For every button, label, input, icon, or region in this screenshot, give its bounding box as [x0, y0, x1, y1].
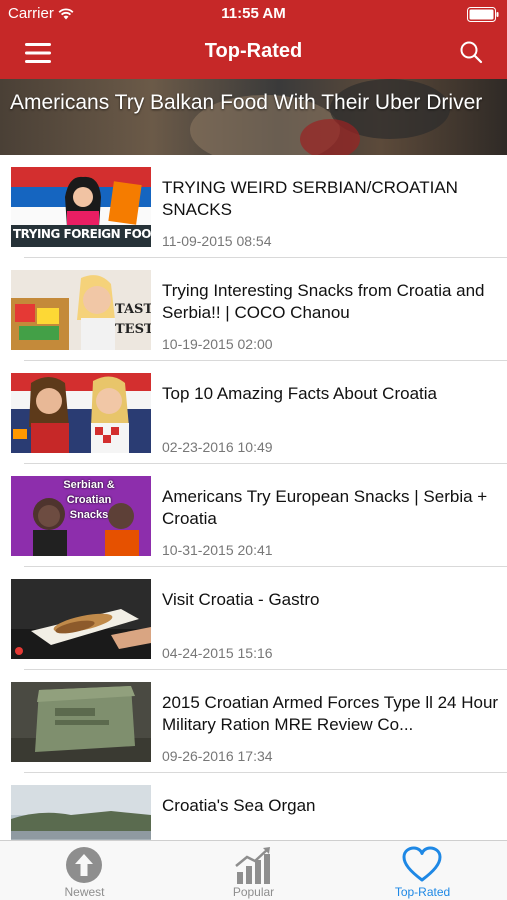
thumbnail-caption: TRYING FOREIGN FOOD [13, 227, 151, 241]
video-date: 09-26-2016 17:34 [162, 748, 273, 764]
page-title: Top-Rated [204, 40, 303, 62]
tab-label: Top-Rated [394, 885, 451, 899]
video-row[interactable]: Top 10 Amazing Facts About Croatia 02-23… [0, 361, 507, 464]
tab-label: Newest [64, 885, 105, 899]
featured-title: Americans Try Balkan Food With Their Ube… [10, 91, 483, 114]
video-row[interactable]: TASTE TEST! Trying Interesting Snacks fr… [0, 258, 507, 361]
video-thumbnail [11, 373, 151, 453]
search-icon[interactable] [459, 40, 483, 64]
video-row[interactable]: TRYING FOREIGN FOOD TRYING WEIRD SERBIAN… [0, 155, 507, 258]
top-bar: Carrier 11:55 AM Top-Rated [0, 0, 507, 79]
video-date: 11-09-2015 08:54 [162, 233, 272, 249]
battery-icon [467, 7, 499, 22]
status-bar: Carrier 11:55 AM [0, 0, 507, 28]
video-row[interactable]: Serbian & Croatian Snacks Americans Try … [0, 464, 507, 567]
thumbnail-caption: TASTE TEST! [115, 302, 151, 337]
video-thumbnail: TASTE TEST! [11, 270, 151, 350]
video-date: 02-23-2016 10:49 [162, 439, 273, 455]
thumbnail-caption: Serbian & Croatian Snacks [63, 479, 115, 521]
tab-label: Popular [232, 885, 275, 899]
thumbnail-image [11, 579, 151, 659]
video-date: 04-24-2015 15:16 [162, 645, 273, 661]
video-thumbnail: Serbian & Croatian Snacks [11, 476, 151, 556]
video-title: Americans Try European Snacks | Serbia +… [162, 487, 488, 528]
featured-video-banner[interactable]: Americans Try Balkan Food With Their Ube… [0, 79, 507, 155]
thumbnail-image [11, 682, 151, 762]
tab-top-rated[interactable]: Top-Rated [338, 841, 507, 900]
thumbnail-image [11, 373, 151, 453]
video-title: Visit Croatia - Gastro [162, 590, 320, 609]
featured-image-shape [300, 119, 360, 155]
video-title: Top 10 Amazing Facts About Croatia [162, 384, 437, 403]
video-row[interactable]: 2015 Croatian Armed Forces Type ll 24 Ho… [0, 670, 507, 773]
video-row[interactable]: Croatia's Sea Organ [0, 773, 507, 840]
video-title: TRYING WEIRD SERBIAN/CROATIAN SNACKS [162, 178, 458, 219]
tab-newest[interactable]: Newest [0, 841, 169, 900]
heart-icon [402, 846, 442, 882]
video-list[interactable]: TRYING FOREIGN FOOD TRYING WEIRD SERBIAN… [0, 155, 507, 840]
video-title: Croatia's Sea Organ [162, 796, 316, 815]
video-row[interactable]: Visit Croatia - Gastro 04-24-2015 15:16 [0, 567, 507, 670]
video-title: Trying Interesting Snacks from Croatia a… [162, 281, 485, 322]
navigation-bar: Top-Rated [0, 28, 507, 79]
tab-bar: Newest Popular Top-Rated [0, 840, 507, 900]
thumbnail-image [11, 785, 151, 840]
video-date: 10-31-2015 20:41 [162, 542, 273, 558]
tab-popular[interactable]: Popular [169, 841, 338, 900]
video-thumbnail [11, 682, 151, 762]
video-thumbnail [11, 785, 151, 840]
bar-chart-icon [235, 847, 270, 884]
video-date: 10-19-2015 02:00 [162, 336, 273, 352]
video-thumbnail: TRYING FOREIGN FOOD [11, 167, 151, 247]
video-thumbnail [11, 579, 151, 659]
status-time: 11:55 AM [221, 5, 286, 22]
video-title: 2015 Croatian Armed Forces Type ll 24 Ho… [162, 693, 499, 734]
arrow-up-circle-icon [66, 847, 102, 883]
